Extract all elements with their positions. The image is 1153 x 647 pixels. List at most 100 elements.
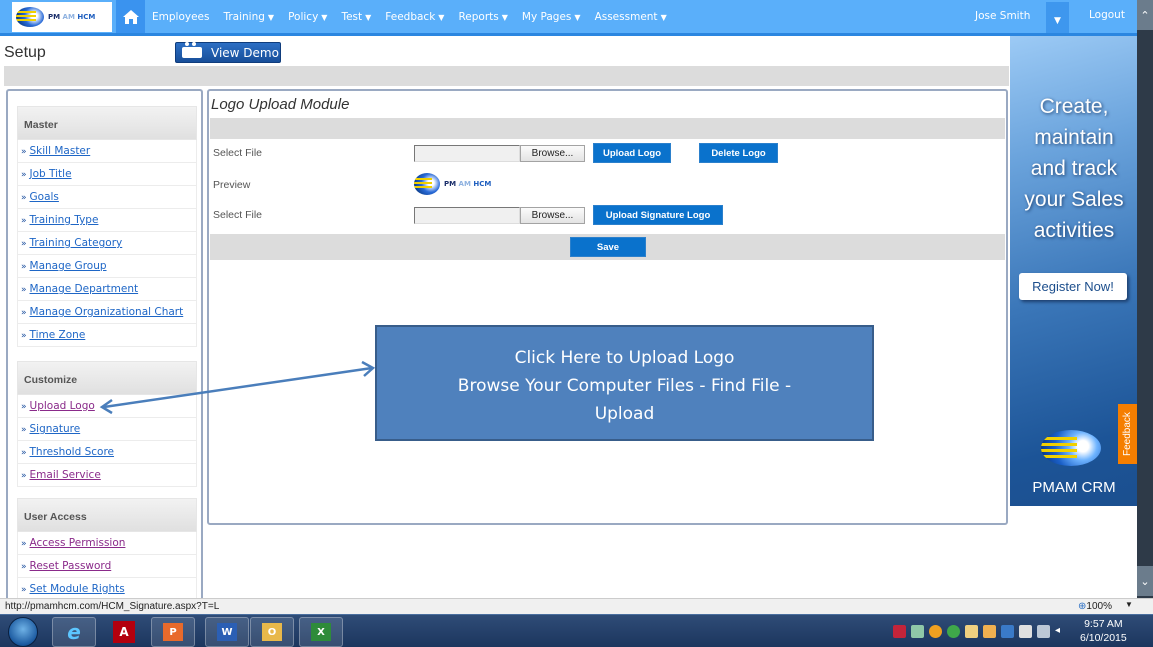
sidebar-item-time-zone[interactable]: » Time Zone [17,324,197,347]
volume-icon[interactable]: ◂ [1055,625,1068,638]
sidebar-item-reset-password[interactable]: » Reset Password [17,555,197,578]
bullet-icon: » [21,147,27,157]
save-button[interactable]: Save [570,237,646,257]
user-menu-dropdown[interactable]: ▼ [1046,2,1069,33]
user-name[interactable]: Jose Smith [975,10,1030,22]
register-now-button[interactable]: Register Now! [1019,273,1127,300]
link-upload-logo[interactable]: Upload Logo [30,400,95,412]
link-manage-department[interactable]: Manage Department [30,283,139,295]
link-training-category[interactable]: Training Category [30,237,123,249]
globe-logo-icon [16,7,44,27]
taskbar-excel[interactable]: X [299,617,343,647]
taskbar-word[interactable]: W [205,617,249,647]
taskbar-internet-explorer[interactable]: e [52,617,96,647]
ad-headline: Create, maintain and track your Sales ac… [1024,95,1124,242]
taskbar-adobe-reader[interactable]: A [102,617,146,647]
sidebar-item-email-service[interactable]: » Email Service [17,464,197,487]
preview-label: Preview [213,179,251,191]
view-demo-label: View Demo [211,45,279,60]
link-skill-master[interactable]: Skill Master [30,145,91,157]
link-training-type[interactable]: Training Type [30,214,99,226]
sidebar-item-training-category[interactable]: » Training Category [17,232,197,255]
sidebar-item-manage-org-chart[interactable]: » Manage Organizational Chart [17,301,197,324]
globe-icon[interactable] [947,625,960,638]
logo-file-input[interactable] [414,145,520,162]
adobe-reader-icon: A [113,621,135,643]
system-tray: ◂ [893,625,1068,638]
sidebar-item-threshold-score[interactable]: » Threshold Score [17,441,197,464]
sidebar-item-training-type[interactable]: » Training Type [17,209,197,232]
nav-reports[interactable]: Reports ▼ [458,11,507,23]
sidebar-item-manage-group[interactable]: » Manage Group [17,255,197,278]
logout-link[interactable]: Logout [1089,9,1125,21]
nav-employees[interactable]: Employees [152,11,209,23]
preview-logo-text: PM AM HCM [444,180,492,188]
flower-icon[interactable] [929,625,942,638]
outlook-tray-icon[interactable] [983,625,996,638]
taskbar-clock[interactable]: 9:57 AM 6/10/2015 [1080,617,1127,645]
scroll-up-button[interactable]: ⌃ [1137,0,1153,30]
toolbar-strip [4,66,1009,86]
action-center-flag-icon[interactable] [1019,625,1032,638]
delete-logo-button[interactable]: Delete Logo [699,143,778,163]
link-time-zone[interactable]: Time Zone [30,329,86,341]
link-email-service[interactable]: Email Service [30,469,101,481]
sidebar-item-goals[interactable]: » Goals [17,186,197,209]
start-button[interactable] [8,617,38,647]
callout-line-2: Browse Your Computer Files - Find File - [457,376,792,396]
instruction-callout: Click Here to Upload Logo Browse Your Co… [375,325,874,441]
nav-policy[interactable]: Policy ▼ [288,11,327,23]
vertical-scrollbar[interactable]: ⌃ ⌄ [1137,0,1153,598]
nav-assessment[interactable]: Assessment ▼ [595,11,667,23]
nav-my-pages[interactable]: My Pages ▼ [522,11,581,23]
bullet-icon: » [21,585,27,595]
link-access-permission[interactable]: Access Permission [30,537,126,549]
bullet-icon: » [21,170,27,180]
sidebar-item-signature[interactable]: » Signature [17,418,197,441]
link-goals[interactable]: Goals [30,191,59,203]
mail-icon[interactable] [965,625,978,638]
vpn-icon[interactable] [1001,625,1014,638]
mcafee-icon[interactable] [893,625,906,638]
zoom-level[interactable]: ⊕100% [1078,601,1112,612]
link-job-title[interactable]: Job Title [30,168,72,180]
link-set-module-rights[interactable]: Set Module Rights [30,583,125,595]
bullet-icon: » [21,425,27,435]
network-icon[interactable] [1037,625,1050,638]
link-reset-password[interactable]: Reset Password [30,560,112,572]
logo-browse-button[interactable]: Browse... [520,145,585,162]
nav-training[interactable]: Training ▼ [223,11,274,23]
sidebar-section-user-access: User Access » Access Permission » Reset Pa… [17,498,197,598]
sidebar-section-master: Master » Skill Master » Job Title » Goals »… [17,106,197,347]
signature-file-input[interactable] [414,207,520,224]
scroll-down-button[interactable]: ⌄ [1137,566,1153,596]
taskbar-outlook[interactable]: O [250,617,294,647]
link-manage-org-chart[interactable]: Manage Organizational Chart [30,306,184,318]
home-button[interactable] [116,0,145,33]
signature-browse-button[interactable]: Browse... [520,207,585,224]
outlook-icon: O [262,623,282,641]
link-threshold-score[interactable]: Threshold Score [30,446,115,458]
sidebar-item-skill-master[interactable]: » Skill Master [17,140,197,163]
sync-icon[interactable] [911,625,924,638]
nav-test[interactable]: Test ▼ [341,11,371,23]
browser-page: PM AM HCM Employees Training ▼ Policy ▼ Te… [0,0,1137,598]
sidebar-item-manage-department[interactable]: » Manage Department [17,278,197,301]
crm-brand-label: PMAM CRM [1032,479,1116,496]
upload-signature-logo-button[interactable]: Upload Signature Logo [593,205,723,225]
link-signature[interactable]: Signature [30,423,81,435]
section-header: Customize [17,361,197,395]
nav-feedback[interactable]: Feedback ▼ [385,11,444,23]
app-logo[interactable]: PM AM HCM [12,2,112,32]
feedback-tab[interactable]: Feedback [1118,404,1137,464]
upload-logo-button[interactable]: Upload Logo [593,143,671,163]
sidebar-item-set-module-rights[interactable]: » Set Module Rights [17,578,197,598]
taskbar-powerpoint[interactable]: P [151,617,195,647]
zoom-dropdown-icon[interactable]: ▼ [1125,600,1133,609]
sidebar-item-job-title[interactable]: » Job Title [17,163,197,186]
sidebar-item-access-permission[interactable]: » Access Permission [17,532,197,555]
sidebar-item-upload-logo[interactable]: » Upload Logo [17,395,197,418]
link-manage-group[interactable]: Manage Group [30,260,107,272]
view-demo-button[interactable]: View Demo [175,42,281,63]
crm-globe-logo-icon [1041,430,1101,466]
